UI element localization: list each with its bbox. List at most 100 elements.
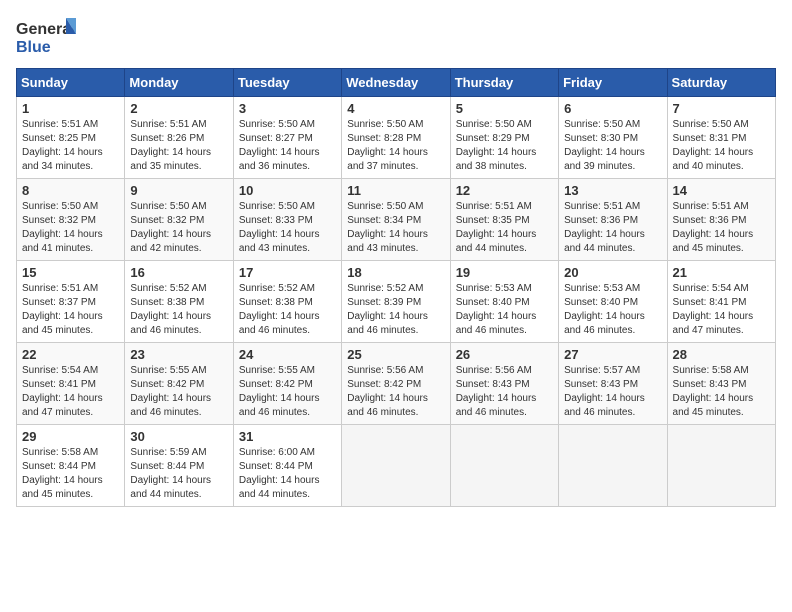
- day-info: Sunrise: 5:52 AM Sunset: 8:38 PM Dayligh…: [239, 282, 336, 338]
- day-cell-15: 15Sunrise: 5:51 AM Sunset: 8:37 PM Dayli…: [17, 261, 125, 343]
- day-info: Sunrise: 5:50 AM Sunset: 8:28 PM Dayligh…: [347, 118, 444, 174]
- day-number: 23: [130, 347, 227, 362]
- day-info: Sunrise: 5:54 AM Sunset: 8:41 PM Dayligh…: [673, 282, 770, 338]
- header: GeneralBlue: [16, 16, 776, 58]
- empty-cell: [559, 425, 667, 507]
- day-number: 4: [347, 101, 444, 116]
- day-info: Sunrise: 5:55 AM Sunset: 8:42 PM Dayligh…: [130, 364, 227, 420]
- column-header-monday: Monday: [125, 69, 233, 97]
- column-header-thursday: Thursday: [450, 69, 558, 97]
- column-header-saturday: Saturday: [667, 69, 775, 97]
- day-info: Sunrise: 5:51 AM Sunset: 8:36 PM Dayligh…: [673, 200, 770, 256]
- day-info: Sunrise: 5:51 AM Sunset: 8:25 PM Dayligh…: [22, 118, 119, 174]
- day-cell-26: 26 Sunrise: 5:56 AM Sunset: 8:43 PM Dayli…: [450, 343, 558, 425]
- day-info: Sunrise: 5:56 AM Sunset: 8:42 PM Dayligh…: [347, 364, 444, 420]
- day-cell-23: 23 Sunrise: 5:55 AM Sunset: 8:42 PM Dayli…: [125, 343, 233, 425]
- empty-cell: [450, 425, 558, 507]
- day-info: Sunrise: 5:55 AM Sunset: 8:42 PM Dayligh…: [239, 364, 336, 420]
- week-row-5: 29 Sunrise: 5:58 AM Sunset: 8:44 PM Dayli…: [17, 425, 776, 507]
- day-cell-11: 11 Sunrise: 5:50 AM Sunset: 8:34 PM Dayli…: [342, 179, 450, 261]
- day-info: Sunrise: 5:53 AM Sunset: 8:40 PM Dayligh…: [456, 282, 553, 338]
- day-info: Sunrise: 5:50 AM Sunset: 8:27 PM Dayligh…: [239, 118, 336, 174]
- header-row: SundayMondayTuesdayWednesdayThursdayFrid…: [17, 69, 776, 97]
- day-info: Sunrise: 5:50 AM Sunset: 8:31 PM Dayligh…: [673, 118, 770, 174]
- day-info: Sunrise: 5:54 AM Sunset: 8:41 PM Dayligh…: [22, 364, 119, 420]
- day-number: 2: [130, 101, 227, 116]
- logo-svg: GeneralBlue: [16, 16, 76, 58]
- day-cell-14: 14 Sunrise: 5:51 AM Sunset: 8:36 PM Dayli…: [667, 179, 775, 261]
- day-number: 25: [347, 347, 444, 362]
- day-number: 20: [564, 265, 661, 280]
- day-info: Sunrise: 5:50 AM Sunset: 8:30 PM Dayligh…: [564, 118, 661, 174]
- calendar-table: SundayMondayTuesdayWednesdayThursdayFrid…: [16, 68, 776, 507]
- day-number: 24: [239, 347, 336, 362]
- day-cell-31: 31Sunrise: 6:00 AM Sunset: 8:44 PM Dayli…: [233, 425, 341, 507]
- day-info: Sunrise: 5:56 AM Sunset: 8:43 PM Dayligh…: [456, 364, 553, 420]
- day-number: 30: [130, 429, 227, 444]
- day-cell-25: 25 Sunrise: 5:56 AM Sunset: 8:42 PM Dayli…: [342, 343, 450, 425]
- day-info: Sunrise: 5:51 AM Sunset: 8:36 PM Dayligh…: [564, 200, 661, 256]
- day-cell-13: 13 Sunrise: 5:51 AM Sunset: 8:36 PM Dayli…: [559, 179, 667, 261]
- day-info: Sunrise: 5:51 AM Sunset: 8:26 PM Dayligh…: [130, 118, 227, 174]
- day-number: 21: [673, 265, 770, 280]
- week-row-2: 8 Sunrise: 5:50 AM Sunset: 8:32 PM Daylig…: [17, 179, 776, 261]
- day-number: 14: [673, 183, 770, 198]
- logo: GeneralBlue: [16, 16, 76, 58]
- day-cell-7: 7 Sunrise: 5:50 AM Sunset: 8:31 PM Daylig…: [667, 97, 775, 179]
- day-cell-30: 30 Sunrise: 5:59 AM Sunset: 8:44 PM Dayli…: [125, 425, 233, 507]
- day-cell-16: 16Sunrise: 5:52 AM Sunset: 8:38 PM Dayli…: [125, 261, 233, 343]
- day-number: 5: [456, 101, 553, 116]
- day-cell-24: 24 Sunrise: 5:55 AM Sunset: 8:42 PM Dayli…: [233, 343, 341, 425]
- day-info: Sunrise: 5:50 AM Sunset: 8:34 PM Dayligh…: [347, 200, 444, 256]
- column-header-tuesday: Tuesday: [233, 69, 341, 97]
- day-number: 7: [673, 101, 770, 116]
- svg-text:Blue: Blue: [16, 39, 51, 56]
- day-number: 27: [564, 347, 661, 362]
- day-number: 8: [22, 183, 119, 198]
- day-cell-2: 2 Sunrise: 5:51 AM Sunset: 8:26 PM Daylig…: [125, 97, 233, 179]
- day-number: 22: [22, 347, 119, 362]
- column-header-wednesday: Wednesday: [342, 69, 450, 97]
- week-row-1: 1 Sunrise: 5:51 AM Sunset: 8:25 PM Daylig…: [17, 97, 776, 179]
- day-info: Sunrise: 5:57 AM Sunset: 8:43 PM Dayligh…: [564, 364, 661, 420]
- day-info: Sunrise: 5:58 AM Sunset: 8:44 PM Dayligh…: [22, 446, 119, 502]
- day-info: Sunrise: 5:58 AM Sunset: 8:43 PM Dayligh…: [673, 364, 770, 420]
- day-number: 1: [22, 101, 119, 116]
- day-cell-1: 1 Sunrise: 5:51 AM Sunset: 8:25 PM Daylig…: [17, 97, 125, 179]
- day-number: 10: [239, 183, 336, 198]
- day-cell-8: 8 Sunrise: 5:50 AM Sunset: 8:32 PM Daylig…: [17, 179, 125, 261]
- day-cell-6: 6 Sunrise: 5:50 AM Sunset: 8:30 PM Daylig…: [559, 97, 667, 179]
- column-header-sunday: Sunday: [17, 69, 125, 97]
- day-number: 15: [22, 265, 119, 280]
- day-info: Sunrise: 5:52 AM Sunset: 8:38 PM Dayligh…: [130, 282, 227, 338]
- day-number: 6: [564, 101, 661, 116]
- day-number: 26: [456, 347, 553, 362]
- empty-cell: [342, 425, 450, 507]
- day-cell-17: 17Sunrise: 5:52 AM Sunset: 8:38 PM Dayli…: [233, 261, 341, 343]
- day-cell-22: 22 Sunrise: 5:54 AM Sunset: 8:41 PM Dayli…: [17, 343, 125, 425]
- day-number: 29: [22, 429, 119, 444]
- day-cell-21: 21 Sunrise: 5:54 AM Sunset: 8:41 PM Dayli…: [667, 261, 775, 343]
- day-info: Sunrise: 5:50 AM Sunset: 8:33 PM Dayligh…: [239, 200, 336, 256]
- day-cell-20: 20 Sunrise: 5:53 AM Sunset: 8:40 PM Dayli…: [559, 261, 667, 343]
- day-info: Sunrise: 5:59 AM Sunset: 8:44 PM Dayligh…: [130, 446, 227, 502]
- day-number: 13: [564, 183, 661, 198]
- day-number: 12: [456, 183, 553, 198]
- day-number: 28: [673, 347, 770, 362]
- day-number: 19: [456, 265, 553, 280]
- day-info: Sunrise: 5:53 AM Sunset: 8:40 PM Dayligh…: [564, 282, 661, 338]
- day-cell-5: 5 Sunrise: 5:50 AM Sunset: 8:29 PM Daylig…: [450, 97, 558, 179]
- day-cell-3: 3Sunrise: 5:50 AM Sunset: 8:27 PM Daylig…: [233, 97, 341, 179]
- day-number: 11: [347, 183, 444, 198]
- day-info: Sunrise: 6:00 AM Sunset: 8:44 PM Dayligh…: [239, 446, 336, 502]
- day-cell-19: 19 Sunrise: 5:53 AM Sunset: 8:40 PM Dayli…: [450, 261, 558, 343]
- column-header-friday: Friday: [559, 69, 667, 97]
- day-cell-18: 18Sunrise: 5:52 AM Sunset: 8:39 PM Dayli…: [342, 261, 450, 343]
- week-row-3: 15Sunrise: 5:51 AM Sunset: 8:37 PM Dayli…: [17, 261, 776, 343]
- day-info: Sunrise: 5:50 AM Sunset: 8:32 PM Dayligh…: [130, 200, 227, 256]
- day-cell-10: 10 Sunrise: 5:50 AM Sunset: 8:33 PM Dayli…: [233, 179, 341, 261]
- day-info: Sunrise: 5:52 AM Sunset: 8:39 PM Dayligh…: [347, 282, 444, 338]
- day-info: Sunrise: 5:50 AM Sunset: 8:32 PM Dayligh…: [22, 200, 119, 256]
- empty-cell: [667, 425, 775, 507]
- day-info: Sunrise: 5:50 AM Sunset: 8:29 PM Dayligh…: [456, 118, 553, 174]
